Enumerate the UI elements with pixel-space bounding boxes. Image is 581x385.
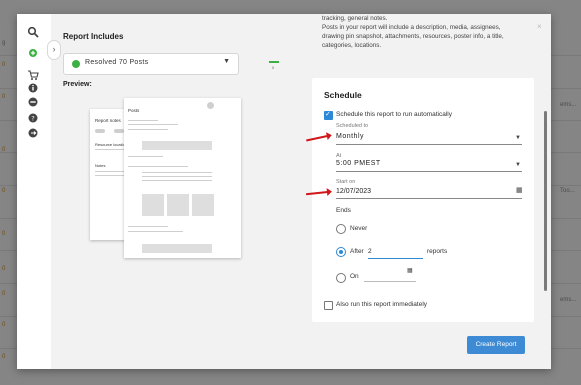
description-line: tracking, general notes. <box>322 15 388 22</box>
report-description: tracking, general notes. Posts in your r… <box>322 14 527 50</box>
schedule-auto-checkbox[interactable] <box>324 110 333 120</box>
schedule-title: Schedule <box>324 90 362 100</box>
preview-image-block <box>142 194 164 216</box>
preview-page-title: Posts <box>128 108 140 113</box>
start-on-underline <box>336 198 522 199</box>
start-on-value[interactable]: 12/07/2023 <box>336 188 371 195</box>
start-on-label: Start on <box>336 179 356 185</box>
preview-line <box>128 231 183 232</box>
calendar-icon[interactable]: ▦ <box>407 267 413 274</box>
preview-chip <box>114 129 124 133</box>
ends-never-radio[interactable] <box>336 224 346 234</box>
ends-on-underline[interactable] <box>364 281 416 282</box>
ends-on-radio[interactable] <box>336 273 346 283</box>
chevron-down-icon[interactable]: ▼ <box>515 135 521 141</box>
preview-page-2: Posts <box>124 98 241 258</box>
preview-section: Resource location <box>95 142 128 147</box>
preview-line <box>128 120 158 121</box>
preview-image-block <box>167 194 189 216</box>
schedule-auto-label: Schedule this report to run automaticall… <box>336 111 452 118</box>
scrollbar[interactable] <box>544 111 547 291</box>
search-icon[interactable] <box>27 26 39 38</box>
ends-after-count[interactable]: 2 <box>368 248 372 255</box>
report-includes-title: Report Includes <box>63 32 124 41</box>
preview-line <box>128 129 168 130</box>
preview-chip <box>95 129 105 133</box>
scheduled-to-label: Scheduled to <box>336 123 369 129</box>
preview-line <box>142 172 212 173</box>
chevron-down-icon[interactable]: ▼ <box>515 162 521 168</box>
preview-line <box>128 156 163 157</box>
svg-text:?: ? <box>31 114 34 122</box>
at-value[interactable]: 5:00 PMEST <box>336 160 381 167</box>
at-underline <box>336 171 522 172</box>
preview-avatar <box>207 102 214 109</box>
preview-page-title: Report notes <box>95 118 121 123</box>
minus-circle-icon[interactable] <box>27 96 39 108</box>
description-line: categories, locations. <box>322 42 382 49</box>
ends-after-label: After <box>350 248 364 255</box>
posts-select-value: Resolved 70 Posts <box>85 59 149 66</box>
close-icon[interactable]: × <box>537 22 542 31</box>
description-line: Posts in your report will include a desc… <box>322 24 501 31</box>
schedule-card: Schedule Schedule this report to run aut… <box>312 78 534 322</box>
preview-image-block <box>192 194 214 216</box>
posts-select[interactable]: Resolved 70 Posts ▼ <box>63 53 239 75</box>
preview-line <box>128 226 168 227</box>
preview-title: Preview: <box>63 81 92 88</box>
help-icon[interactable]: ? <box>27 112 39 124</box>
preview-line <box>128 124 178 125</box>
mini-indicator <box>269 61 279 63</box>
preview-line <box>142 180 212 181</box>
plus-circle-icon[interactable] <box>27 47 39 59</box>
icon-rail: ? <box>17 14 52 369</box>
cart-icon[interactable] <box>27 69 39 81</box>
ends-on-label: On <box>350 273 359 280</box>
ends-after-suffix: reports <box>427 248 448 255</box>
run-now-checkbox[interactable] <box>324 301 333 310</box>
collapse-panel-button[interactable]: › <box>47 40 61 60</box>
ends-never-label: Never <box>350 225 368 232</box>
scheduled-to-value[interactable]: Monthly <box>336 133 364 140</box>
calendar-icon[interactable]: ▦ <box>516 186 523 194</box>
create-report-button[interactable]: Create Report <box>467 336 525 354</box>
preview-image-block <box>142 141 212 150</box>
ends-label: Ends <box>336 207 351 214</box>
at-label: At <box>336 153 342 159</box>
description-line: drawing pin snapshot, attachments, resou… <box>322 33 504 40</box>
run-now-label: Also run this report immediately <box>336 301 428 308</box>
report-modal: ? › Report Includes Resolved 70 Posts ▼ … <box>17 14 551 369</box>
status-dot <box>72 60 80 68</box>
preview-image-block <box>142 244 212 253</box>
ends-after-underline <box>368 258 423 259</box>
info-icon[interactable] <box>27 82 39 94</box>
exit-icon[interactable] <box>27 127 39 139</box>
scheduled-to-underline <box>336 144 522 145</box>
caret-down-icon: ▼ <box>223 58 230 65</box>
preview-notes: Notes <box>95 163 106 168</box>
ends-after-radio[interactable] <box>336 247 346 257</box>
preview-line <box>142 176 212 177</box>
mini-indicator-value: 0 <box>272 65 275 70</box>
preview-line <box>128 166 188 167</box>
